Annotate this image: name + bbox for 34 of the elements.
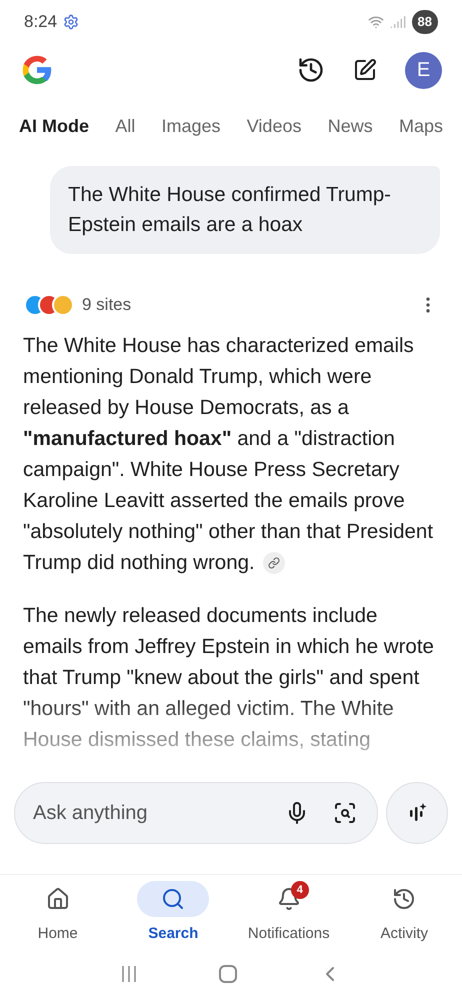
sources-count[interactable]: 9 sites <box>82 292 132 318</box>
nav-item[interactable]: 4 Notifications <box>231 881 346 960</box>
edit-icon[interactable] <box>353 58 377 82</box>
activity-icon <box>392 887 416 911</box>
tab[interactable]: Images <box>161 112 221 140</box>
history-icon[interactable] <box>297 56 325 84</box>
avatar[interactable]: E <box>405 52 442 88</box>
status-time: 8:24 <box>24 11 58 34</box>
query-bubble: The White House confirmed Trump-Epstein emails are a hoax <box>50 166 440 254</box>
search-bar[interactable]: Ask anything <box>14 782 378 844</box>
answer-paragraph: The newly released documents include emails from Jeffrey Epstein in which he wrote that Trump "knew about the girls" and spent "hours" with an alleged victim. The White House dismissed these claims, stating <box>23 602 435 752</box>
bell-icon <box>276 887 301 911</box>
link-icon[interactable] <box>262 552 285 574</box>
tab[interactable]: AI Mode <box>19 112 89 140</box>
home-nav-icon[interactable] <box>218 965 237 983</box>
wifi-icon <box>368 14 384 30</box>
tab[interactable]: All <box>115 112 136 140</box>
tab[interactable]: News <box>328 112 373 140</box>
google-logo-icon <box>20 53 54 87</box>
camera-search-icon[interactable] <box>333 801 357 825</box>
tab[interactable]: Maps <box>398 112 443 140</box>
search-input[interactable]: Ask anything <box>33 798 261 828</box>
nav-item[interactable]: Home <box>0 881 116 960</box>
answer-paragraph: The White House has characterized emails mentioning Donald Trump, which were released by House Democrats, as a "manufactured hoax" and a "distraction campaign". White House Press Secretary Karoline Leavitt asserted the emails prove "absolutely nothing" other than that President Trump did nothing wrong. <box>23 332 434 576</box>
search-icon <box>161 887 186 911</box>
signal-icon <box>390 14 406 30</box>
recent-apps-icon[interactable] <box>120 965 138 983</box>
tab[interactable]: Videos <box>246 112 302 140</box>
gear-icon <box>63 14 80 30</box>
nav-item[interactable]: Search <box>116 881 231 960</box>
nav-item[interactable]: Activity <box>346 881 462 960</box>
battery-indicator: 88 <box>412 10 438 34</box>
notification-badge: 4 <box>290 881 309 899</box>
home-icon <box>46 887 70 911</box>
